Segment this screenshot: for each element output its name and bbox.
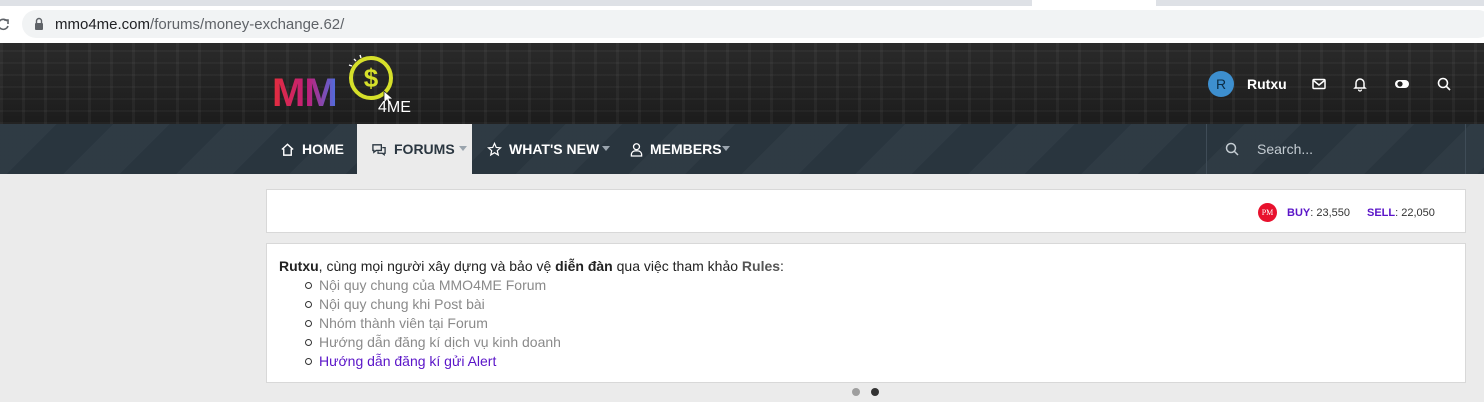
site-logo[interactable]: MM $ 4ME xyxy=(268,51,443,121)
url-path: /forums/money-exchange.62/ xyxy=(150,16,345,33)
notice-user[interactable]: Rutxu xyxy=(279,258,319,274)
nav-members-label: MEMBERS xyxy=(650,141,722,157)
home-icon xyxy=(281,142,294,156)
notice-text-1: , cùng mọi người xây dựng và bảo vệ xyxy=(318,258,556,274)
buy-rate: BUY: 23,550 xyxy=(1287,207,1350,219)
svg-text:$: $ xyxy=(364,63,379,93)
avatar[interactable]: R xyxy=(1208,71,1234,97)
url-host: mmo4me.com xyxy=(55,16,151,33)
search-input[interactable]: Search... xyxy=(1257,141,1313,157)
sell-value: : 22,050 xyxy=(1395,207,1435,219)
sell-rate: SELL: 22,050 xyxy=(1367,207,1435,219)
toggle-icon[interactable] xyxy=(1394,76,1410,92)
chevron-down-icon[interactable] xyxy=(602,146,610,151)
notice-heading: Rutxu, cùng mọi người xây dựng và bảo vệ… xyxy=(279,258,784,274)
carousel-dot-active[interactable] xyxy=(871,388,879,396)
rules-list-item[interactable]: Hướng dẫn đăng kí dịch vụ kinh doanh xyxy=(305,333,561,352)
rules-list: Nội quy chung của MMO4ME Forum Nội quy c… xyxy=(305,276,561,371)
username[interactable]: Rutxu xyxy=(1247,76,1287,92)
nav-whats-new-label: WHAT'S NEW xyxy=(509,141,600,157)
chat-icon xyxy=(372,143,386,156)
user-icon xyxy=(630,142,643,157)
carousel-dot[interactable] xyxy=(852,388,860,396)
reload-icon[interactable] xyxy=(0,18,10,32)
notice-forum: diễn đàn xyxy=(555,258,613,274)
browser-url-bar: mmo4me.com/forums/money-exchange.62/ xyxy=(0,6,1484,43)
search-icon xyxy=(1225,142,1239,156)
logo-4me-text: 4ME xyxy=(378,99,411,116)
search-icon[interactable] xyxy=(1436,76,1452,92)
chevron-down-icon[interactable] xyxy=(459,146,467,151)
nav-members[interactable]: MEMBERS xyxy=(630,124,722,174)
rules-list-item[interactable]: Nội quy chung khi Post bài xyxy=(305,295,561,314)
envelope-icon[interactable] xyxy=(1311,76,1327,92)
perfect-money-icon: PM xyxy=(1258,203,1277,222)
address-bar[interactable]: mmo4me.com/forums/money-exchange.62/ xyxy=(22,10,1484,38)
nav-home-label: HOME xyxy=(302,141,344,157)
nav-search-box[interactable]: Search... xyxy=(1206,124,1466,174)
rules-list-item[interactable]: Nhóm thành viên tại Forum xyxy=(305,314,561,333)
buy-label: BUY xyxy=(1287,207,1311,219)
star-icon xyxy=(487,141,502,156)
nav-forums[interactable]: FORUMS xyxy=(357,124,472,174)
chevron-down-icon[interactable] xyxy=(722,146,730,151)
buy-value: : 23,550 xyxy=(1310,207,1350,219)
notice-colon: : xyxy=(780,258,784,274)
nav-home[interactable]: HOME xyxy=(280,124,344,174)
exchange-rate-block: PM BUY: 23,550 SELL: 22,050 xyxy=(266,189,1466,233)
rules-notice: Rutxu, cùng mọi người xây dựng và bảo vệ… xyxy=(266,243,1466,383)
lock-icon[interactable] xyxy=(34,17,44,31)
nav-whats-new[interactable]: WHAT'S NEW xyxy=(487,124,599,174)
main-nav: HOME FORUMS WHAT'S NEW MEMBERS Search... xyxy=(0,124,1484,174)
sell-label: SELL xyxy=(1367,207,1396,219)
logo-mm-text: MM xyxy=(272,71,338,115)
nav-forums-label: FORUMS xyxy=(394,141,455,157)
bell-icon[interactable] xyxy=(1352,76,1368,92)
rules-link[interactable]: Rules xyxy=(742,258,780,274)
url-text: mmo4me.com/forums/money-exchange.62/ xyxy=(55,16,344,33)
rules-list-item-alert[interactable]: Hướng dẫn đăng kí gửi Alert xyxy=(305,352,561,371)
notice-text-2: qua việc tham khảo xyxy=(612,258,742,274)
rules-list-item[interactable]: Nội quy chung của MMO4ME Forum xyxy=(305,276,561,295)
